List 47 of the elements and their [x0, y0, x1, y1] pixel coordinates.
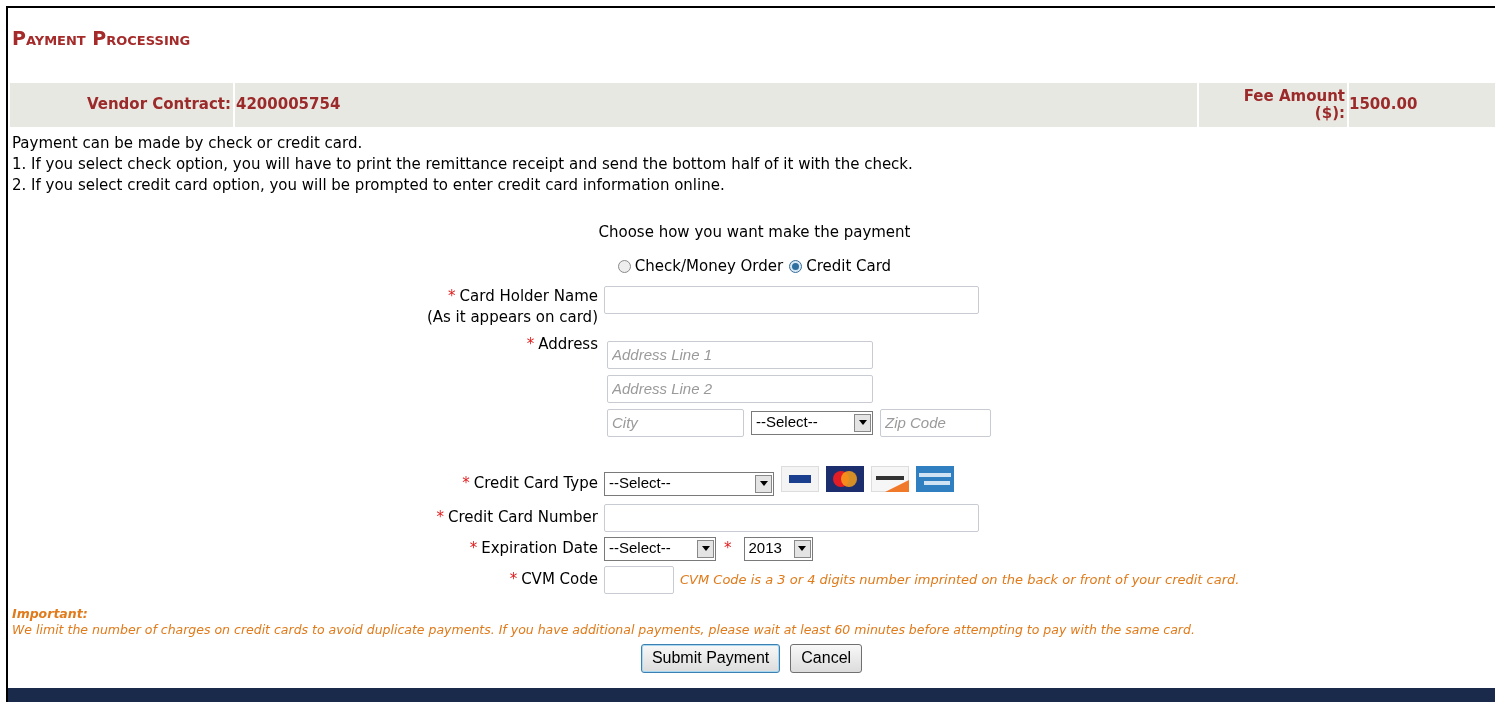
- card-type-label: Credit Card Type: [473, 473, 598, 495]
- radio-button[interactable]: [789, 259, 803, 273]
- payment-method-label[interactable]: Credit Card: [806, 255, 892, 278]
- card-holder-label: Card Holder Name: [459, 285, 598, 307]
- payment-method-label[interactable]: Check/Money Order: [634, 255, 784, 278]
- page-title: Payment Processing: [12, 26, 191, 51]
- required-mark: *: [469, 538, 478, 560]
- card-logo-icon: [826, 465, 864, 492]
- instruction-text: 1. If you select check option, you will have to print the remittance receipt and send the bottom half of it with the check.: [12, 153, 913, 175]
- address-line-field[interactable]: Address Line 1: [607, 340, 873, 369]
- instruction-text: Payment can be made by check or credit card.: [12, 132, 363, 154]
- dropdown-select[interactable]: --Select--: [604, 471, 774, 496]
- vendor-contract-label: Vendor Contract:: [10, 82, 233, 127]
- dropdown-select[interactable]: 2013: [743, 536, 813, 561]
- required-mark: *: [509, 569, 518, 591]
- important-heading: Important:: [12, 605, 88, 622]
- card-number-label: Credit Card Number: [448, 507, 598, 529]
- dropdown-select[interactable]: --Select--: [604, 536, 716, 561]
- dropdown-select[interactable]: --Select--: [751, 410, 873, 435]
- card-holder-field[interactable]: [604, 285, 979, 314]
- card-number-field[interactable]: [604, 503, 979, 532]
- important-notice: We limit the number of charges on credit cards to avoid duplicate payments. If you have additional payments, please wait at least 60 minutes before attempting to pay with the same card.: [12, 621, 1195, 638]
- fee-amount-value: 1500.00: [1349, 82, 1495, 127]
- required-mark: *: [724, 539, 732, 558]
- address-line-field[interactable]: Address Line 2: [607, 374, 873, 403]
- expiration-date-label: Expiration Date: [481, 538, 598, 560]
- instruction-text: 2. If you select credit card option, you will be prompted to enter credit card information online.: [12, 174, 725, 196]
- vendor-contract-value: 4200005754: [235, 82, 1197, 127]
- fee-amount-text: Fee Amount ($):: [1242, 87, 1345, 122]
- required-mark: *: [448, 285, 456, 307]
- required-mark: *: [436, 507, 444, 529]
- required-mark: *: [462, 473, 470, 495]
- cvm-code-hint: CVM Code is a 3 or 4 digits number imprinted on the back or front of your credit card.: [680, 570, 1240, 589]
- payment-prompt: Choose how you want make the payment: [598, 221, 911, 243]
- radio-button[interactable]: [617, 259, 631, 273]
- cvm-code-field[interactable]: [604, 565, 674, 594]
- form-button[interactable]: Cancel: [790, 643, 863, 673]
- form-button[interactable]: Submit Payment: [640, 643, 781, 673]
- card-logo-icon: [916, 465, 954, 492]
- zip-code-field[interactable]: Zip Code: [880, 408, 991, 437]
- city-field[interactable]: City: [607, 408, 744, 437]
- card-logo-icon: [781, 465, 819, 492]
- address-label: Address: [538, 333, 598, 355]
- required-mark: *: [526, 333, 535, 355]
- card-logo-icon: [871, 465, 909, 492]
- cvm-code-label: CVM Code: [521, 569, 598, 591]
- card-holder-hint: (As it appears on card): [426, 306, 598, 328]
